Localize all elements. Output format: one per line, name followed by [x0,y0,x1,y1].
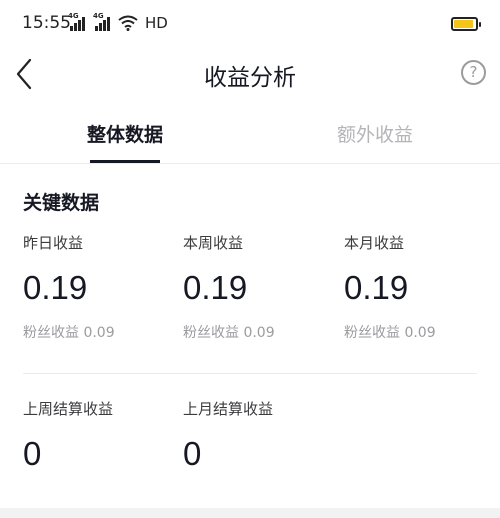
wifi-icon [118,15,138,31]
metric-label: 上周结算收益 [23,400,114,418]
cellular-signal-icon: 4G [93,12,113,31]
metric-label: 上月结算收益 [183,400,274,418]
metric-value: 0.19 [344,269,409,306]
cellular-signal-icon: 4G [68,12,88,31]
question-circle-icon: ? [469,63,478,81]
metric-last-month-settled: 上月结算收益 0 [183,398,333,472]
metric-label: 昨日收益 [23,234,84,252]
metric-value: 0.19 [23,269,88,306]
help-button[interactable]: ? [461,60,486,85]
metric-fan-income: 粉丝收益 0.09 [23,325,115,341]
metric-label: 本周收益 [183,234,244,252]
status-icons: 4G 4G HD [68,12,168,32]
active-tab-indicator [90,160,160,163]
battery-icon [451,17,481,31]
metric-label: 本月收益 [344,234,405,252]
metric-this-week: 本周收益 0.19 粉丝收益 0.09 [183,232,333,342]
hd-indicator: HD [145,14,168,32]
metric-yesterday: 昨日收益 0.19 粉丝收益 0.09 [23,232,173,342]
metric-fan-income: 粉丝收益 0.09 [183,325,275,341]
metric-value: 0 [23,435,42,472]
metric-fan-income: 粉丝收益 0.09 [344,325,436,341]
section-separator [0,508,500,518]
status-time: 15:55 [22,13,71,33]
divider [23,373,477,374]
metric-last-week-settled: 上周结算收益 0 [23,398,173,472]
status-bar: 15:55 4G 4G HD [0,0,500,48]
tab-overall-data[interactable]: 整体数据 [45,120,205,147]
metric-this-month: 本月收益 0.19 粉丝收益 0.09 [344,232,494,342]
battery-fill [454,20,473,28]
tab-bar: 整体数据 额外收益 [0,108,500,164]
page-title: 收益分析 [204,65,296,91]
tab-extra-income[interactable]: 额外收益 [295,120,455,147]
nav-bar: 收益分析 ? [0,48,500,98]
metric-value: 0.19 [183,269,248,306]
metric-value: 0 [183,435,202,472]
section-title: 关键数据 [23,192,100,214]
